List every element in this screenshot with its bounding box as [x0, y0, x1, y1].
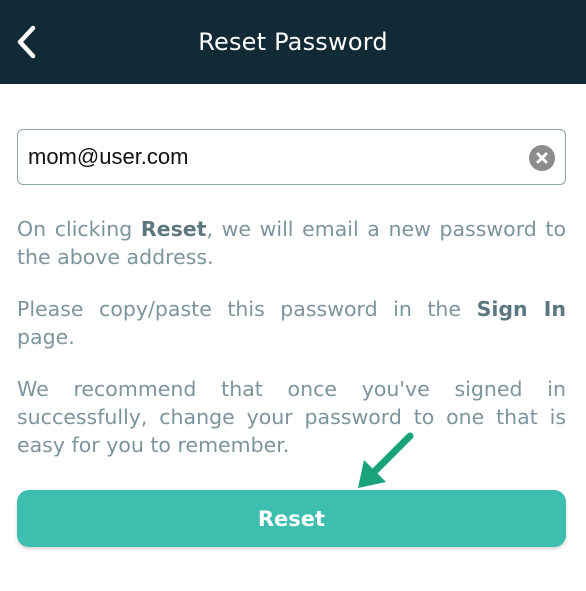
instruction-reset: On clicking Reset, we will email a new p… [17, 215, 566, 271]
clear-input-button[interactable] [529, 145, 555, 171]
page-title: Reset Password [198, 28, 388, 56]
reset-button[interactable]: Reset [17, 490, 566, 547]
instruction-text: Please copy/paste this password in the [17, 297, 477, 321]
email-field[interactable] [17, 129, 566, 185]
instruction-text: On clicking [17, 217, 141, 241]
instruction-text: page. [17, 325, 75, 349]
close-icon [536, 152, 548, 164]
instruction-sign-in: Please copy/paste this password in the S… [17, 295, 566, 351]
instruction-bold-sign-in: Sign In [476, 297, 566, 321]
app-header: Reset Password [0, 0, 586, 84]
email-input[interactable] [18, 130, 498, 184]
instruction-recommendation: We recommend that once you've signed in … [17, 377, 566, 457]
pointer-arrow-icon [358, 432, 414, 488]
instruction-bold-reset: Reset [140, 217, 207, 241]
